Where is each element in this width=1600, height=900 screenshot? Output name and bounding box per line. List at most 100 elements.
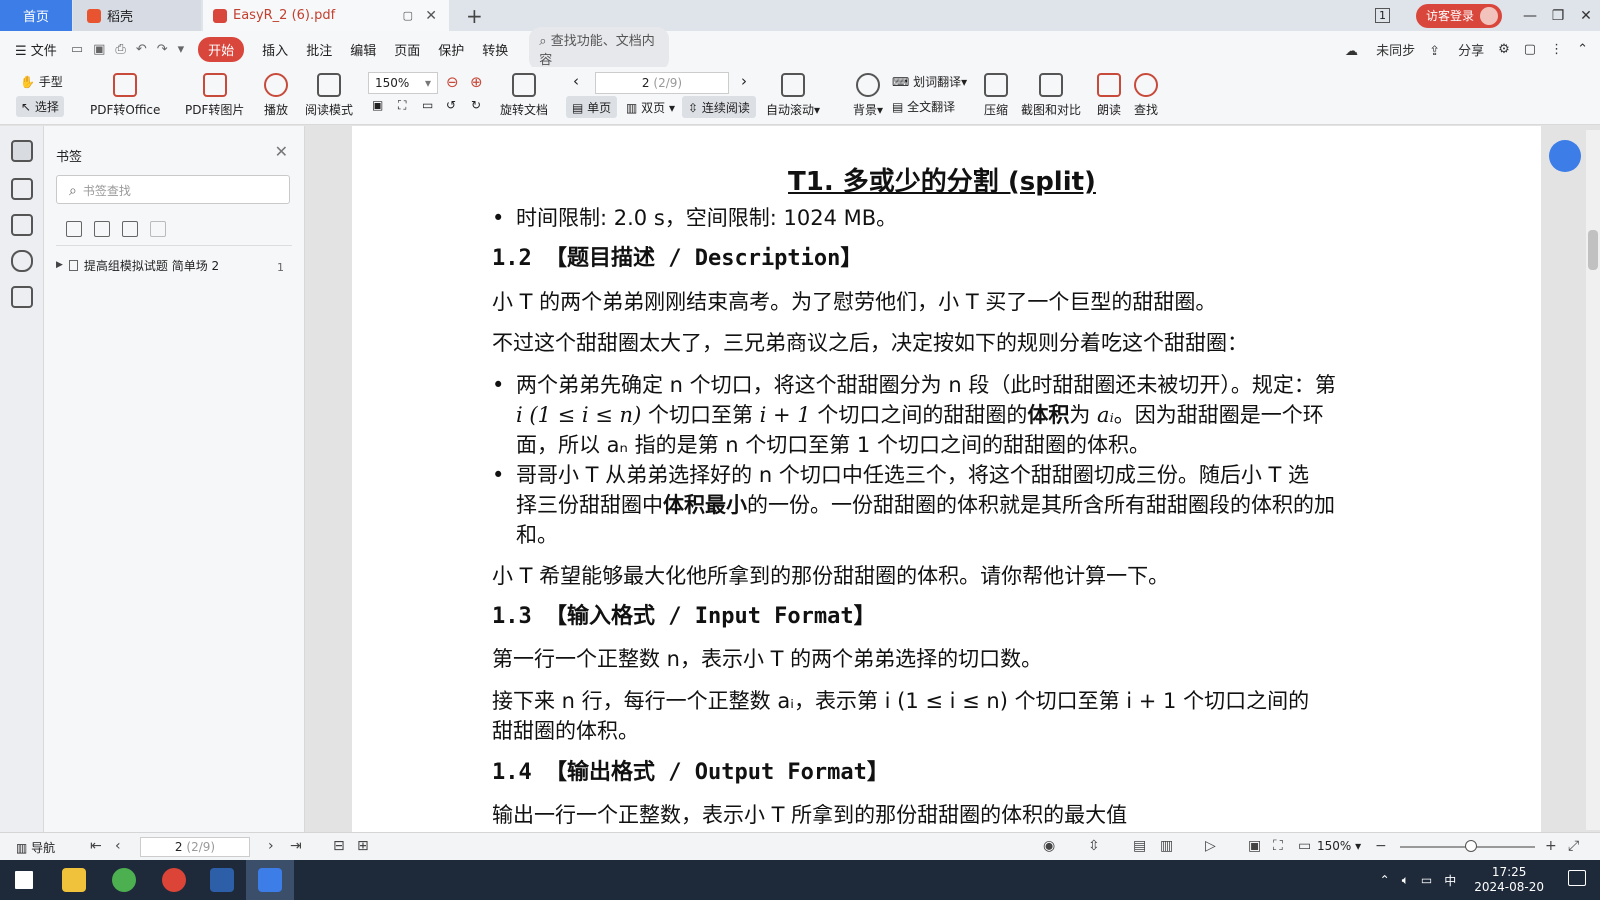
redo-icon[interactable]: ↷ [157,42,168,57]
share-button[interactable]: ⇪ 分享 [1429,40,1484,59]
prev-page-icon[interactable]: ‹ [115,838,121,854]
menu-file[interactable]: ☰ 文件 [15,40,57,59]
menu-start[interactable]: 开始 [198,36,245,62]
bookmark-search-input[interactable]: ⌕ 书签查找 [56,175,290,204]
continuous-view-icon[interactable]: ⇳ [1088,838,1100,854]
ime-indicator[interactable]: 中 [1444,872,1456,889]
full-translate-button[interactable]: ▤ 全文翻译 [892,98,955,115]
network-icon[interactable]: ▭ [1421,873,1432,887]
tab-home[interactable]: 首页 [0,0,72,31]
prev-page-icon[interactable]: ‹ [573,72,579,90]
background-button[interactable]: 背景▾ [853,67,883,118]
print-icon[interactable]: ⎙ [115,42,125,57]
double-view-icon[interactable]: ▥ [1160,838,1173,854]
restore-button[interactable]: ❐ [1544,8,1572,24]
back-icon[interactable]: ⊟ [333,838,345,854]
single-page-button[interactable]: ▤ 单页 [566,96,618,118]
rotate-left-icon[interactable]: ↺ [446,98,456,112]
zoom-out-icon[interactable]: ⊖ [446,73,459,91]
taskbar-devcpp[interactable] [198,860,246,900]
screenshot-compare-button[interactable]: 截图和对比 [1021,67,1081,118]
menu-convert[interactable]: 转换 [482,40,508,59]
scrollbar-thumb[interactable] [1588,230,1598,270]
tab-daoke[interactable]: 稻壳 [73,0,201,31]
remove-bookmark-icon[interactable] [94,221,110,237]
actual-size-icon[interactable]: ▣ [1248,838,1261,854]
zoom-select[interactable]: 150% ▾ [368,72,438,94]
zoom-out-icon[interactable]: − [1375,838,1387,854]
tab-count-badge[interactable]: 1 [1374,8,1390,23]
taskbar-explorer[interactable] [50,860,98,900]
taskbar-wps[interactable] [246,860,294,900]
last-page-icon[interactable]: ⇥ [290,838,302,854]
bookmark-item[interactable]: ▶ 提高组模拟试题 简单场 2 1 [56,253,292,277]
first-page-icon[interactable]: ⇤ [90,838,102,854]
single-view-icon[interactable]: ▤ [1133,838,1146,854]
open-folder-icon[interactable]: ▭ [71,42,83,57]
command-search[interactable]: ⌕ 查找功能、文档内容 [529,27,670,71]
fit-page-icon[interactable]: ⛶ [1273,838,1283,854]
zoom-in-icon[interactable]: + [1545,838,1557,854]
more-dropdown-icon[interactable]: ▾ [178,42,185,57]
volume-icon[interactable]: 🔈︎ [1402,873,1409,888]
sync-status[interactable]: ☁ 未同步 [1345,40,1415,59]
page-number-input[interactable]: 2 (2/9) [595,72,729,94]
rotate-document-button[interactable]: 旋转文档 [500,67,548,118]
collapse-ribbon-icon[interactable]: ⌃ [1577,42,1588,57]
new-tab-button[interactable]: + [466,4,483,28]
next-page-icon[interactable]: › [268,838,274,854]
status-zoom-select[interactable]: 150% ▾ [1317,839,1361,853]
compress-button[interactable]: 压缩 [984,67,1008,118]
floating-tool-button[interactable] [1549,140,1581,172]
menu-protect[interactable]: 保护 [438,40,464,59]
find-button[interactable]: 查找 [1134,67,1158,118]
expand-arrow-icon[interactable]: ▶ [56,260,63,270]
attachment-icon[interactable] [11,250,33,272]
navigation-toggle[interactable]: ▥ 导航 [16,839,55,856]
next-page-icon[interactable]: › [741,72,747,90]
settings-icon[interactable]: ⚙ [1498,42,1510,57]
pdf-to-office-button[interactable]: PDF转Office [90,67,160,118]
menu-annotate[interactable]: 批注 [306,40,332,59]
pdf-to-image-button[interactable]: PDF转图片 [185,67,244,118]
menu-edit[interactable]: 编辑 [350,40,376,59]
tray-expand-icon[interactable]: ⌃ [1380,873,1390,887]
signature-icon[interactable] [11,286,33,308]
rotate-right-icon[interactable]: ↻ [471,98,481,112]
close-icon[interactable]: ✕ [275,142,288,161]
clock[interactable]: 17:25 2024-08-20 [1474,865,1544,895]
tab-pdf-document[interactable]: EasyR_2 (6).pdf ▢ ✕ [203,0,449,31]
undo-icon[interactable]: ↶ [136,42,147,57]
continuous-read-button[interactable]: ⇳ 连续阅读 [682,96,756,118]
menu-page[interactable]: 页面 [394,40,420,59]
hand-tool[interactable]: ✋ 手型 [20,73,63,90]
add-bookmark-icon[interactable] [66,221,82,237]
read-mode-button[interactable]: 阅读模式 [305,67,353,118]
taskbar-chrome[interactable] [150,860,198,900]
fit-width-icon[interactable]: ▭ [422,98,433,112]
read-aloud-button[interactable]: 朗读 [1097,67,1121,118]
zoom-slider-handle[interactable] [1465,840,1477,852]
vertical-scrollbar[interactable] [1586,130,1600,830]
pin-tab-icon[interactable]: ▢ [403,9,413,22]
double-page-button[interactable]: ▥ 双页 ▾ [620,96,681,118]
login-button[interactable]: 访客登录 [1415,3,1502,28]
fit-page-icon[interactable]: ⛶ [398,98,406,113]
comment-icon[interactable]: ▢ [1524,42,1536,57]
taskbar-app-green[interactable] [100,860,148,900]
comment-panel-icon[interactable] [11,214,33,236]
minimize-button[interactable]: — [1516,8,1544,24]
fullscreen-icon[interactable]: ⤢ [1568,838,1579,854]
auto-scroll-button[interactable]: 自动滚动▾ [766,67,820,118]
forward-icon[interactable]: ⊞ [357,838,369,854]
play-button[interactable]: 播放 [264,67,288,118]
select-tool[interactable]: ↖ 选择 [16,96,64,117]
start-button[interactable] [0,860,48,900]
bookmark-panel-icon[interactable] [11,140,33,162]
status-page-input[interactable]: 2 (2/9) [140,837,250,857]
save-icon[interactable]: ▣ [93,42,105,57]
close-window-button[interactable]: ✕ [1572,8,1600,24]
close-tab-icon[interactable]: ✕ [425,8,437,24]
thumbnail-icon[interactable] [11,178,33,200]
play-icon[interactable]: ▷ [1205,838,1216,854]
